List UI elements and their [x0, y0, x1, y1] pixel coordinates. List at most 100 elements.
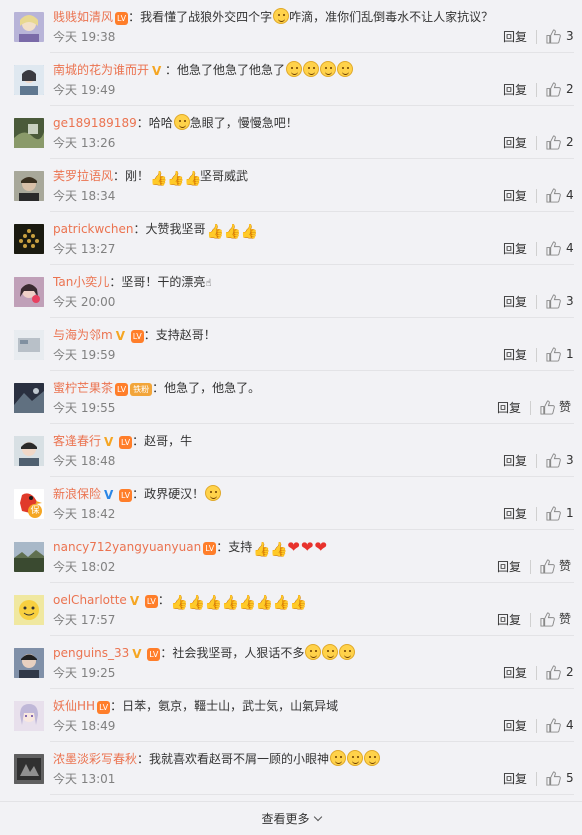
avatar[interactable]: [14, 701, 44, 731]
username-link[interactable]: 芙罗拉语风: [53, 169, 113, 183]
username-link[interactable]: 与海为邻m: [53, 328, 113, 342]
comment-list: 贱贱如清风 LV ：我看懂了战狼外交四个字 咋滴，准你们乱倒毒水不让人家抗议？ 今天 …: [0, 0, 582, 795]
username-link[interactable]: 妖仙HH: [53, 699, 95, 713]
verified-badge-icon: V: [152, 64, 162, 78]
username-link[interactable]: 南城的花为谁而开: [53, 63, 149, 77]
avatar[interactable]: [14, 118, 44, 148]
thumbs-up-icon[interactable]: [540, 612, 555, 627]
thumbs-up-icon[interactable]: [540, 559, 555, 574]
thumbs-up-icon[interactable]: [546, 347, 561, 362]
thumbs-up-emoji-icon: 👍: [184, 171, 202, 186]
username-link[interactable]: 客逢春行: [53, 434, 101, 448]
thumbs-up-emoji-icon: 👍: [170, 595, 189, 610]
avatar[interactable]: [14, 595, 44, 625]
reply-button[interactable]: 回复: [503, 188, 527, 204]
load-more-button[interactable]: 查看更多: [0, 801, 582, 835]
like-label[interactable]: 赞: [559, 399, 571, 415]
reply-button[interactable]: 回复: [503, 82, 527, 98]
thumbs-up-icon[interactable]: [546, 506, 561, 521]
comment-text-line: 南城的花为谁而开 V ：他急了他急了他急了: [53, 60, 570, 80]
divider: [536, 189, 537, 203]
heart-icon: ❤: [300, 538, 314, 556]
username-link[interactable]: 蜜柠芒果茶: [53, 381, 113, 395]
comment-time: 今天 18:42: [53, 507, 116, 521]
chevron-down-icon: [313, 812, 322, 822]
like-count: 2: [566, 665, 574, 679]
reply-button[interactable]: 回复: [497, 400, 521, 416]
comment-item: patrickwchen：大赞我坚哥👍👍👍 今天 13:27 回复 4: [0, 212, 582, 265]
thumbs-up-icon[interactable]: [546, 294, 561, 309]
thumbs-up-emoji-icon: 👍: [240, 224, 258, 239]
comment-content: ：社会我坚哥，人狠话不多: [160, 646, 305, 660]
shy-emoji-icon: [330, 750, 347, 766]
level-badge: LV: [130, 330, 144, 343]
reply-button[interactable]: 回复: [503, 506, 527, 522]
thumbs-up-icon[interactable]: [546, 665, 561, 680]
username-link[interactable]: 贱贱如清风: [53, 10, 113, 24]
avatar[interactable]: [14, 65, 44, 95]
comment-content: ：刚！: [113, 169, 150, 183]
avatar[interactable]: [14, 12, 44, 42]
divider: [536, 666, 537, 680]
avatar[interactable]: [14, 754, 44, 784]
comment-content-cont: 坚哥威武: [200, 169, 249, 183]
reply-button[interactable]: 回复: [503, 29, 527, 45]
comment-time: 今天 19:55: [53, 401, 116, 415]
like-label[interactable]: 赞: [559, 611, 571, 627]
avatar[interactable]: [14, 648, 44, 678]
username-link[interactable]: 新浪保险: [53, 487, 101, 501]
avatar[interactable]: [14, 383, 44, 413]
reply-button[interactable]: 回复: [503, 135, 527, 151]
comment-time: 今天 19:49: [53, 83, 116, 97]
username-link[interactable]: 浓墨淡彩写春秋: [53, 752, 137, 766]
thumbs-up-icon[interactable]: [546, 453, 561, 468]
reply-button[interactable]: 回复: [497, 559, 521, 575]
laughing-emoji-icon: [322, 644, 339, 660]
like-label[interactable]: 赞: [559, 558, 571, 574]
reply-button[interactable]: 回复: [503, 665, 527, 681]
verified-badge-icon: V: [129, 594, 140, 608]
comment-content: ：支持赵哥！: [143, 328, 216, 342]
reply-button[interactable]: 回复: [503, 453, 527, 469]
username-link[interactable]: patrickwchen: [53, 222, 134, 236]
thumbs-up-icon[interactable]: [546, 771, 561, 786]
reply-button[interactable]: 回复: [503, 771, 527, 787]
reply-button[interactable]: 回复: [497, 612, 521, 628]
comment-text-line: 与海为邻m V LV ：支持赵哥！: [53, 325, 570, 345]
comment-item: ge189189189：哈哈 急眼了，慢慢急吧！ 今天 13:26 回复 2: [0, 106, 582, 159]
reply-button[interactable]: 回复: [503, 718, 527, 734]
comment-text-line: 芙罗拉语风：刚！👍👍👍坚哥威武: [53, 166, 570, 186]
avatar[interactable]: [14, 436, 44, 466]
divider: [536, 507, 537, 521]
thumbs-up-icon[interactable]: [546, 718, 561, 733]
comment-time: 今天 20:00: [53, 295, 116, 309]
like-count: 4: [566, 718, 574, 732]
comment-item: 浓墨淡彩写春秋：我就喜欢看赵哥不屑一顾的小眼神 今天 13:01 回复 5: [0, 742, 582, 795]
reply-button[interactable]: 回复: [503, 347, 527, 363]
reply-button[interactable]: 回复: [503, 294, 527, 310]
shy-emoji-icon: [364, 750, 381, 766]
thumbs-up-icon[interactable]: [546, 29, 561, 44]
comment-item: 保 新浪保险 V LV ：政界硬汉！ 今天 18:42 回复 1: [0, 477, 582, 530]
thumbs-up-icon[interactable]: [546, 241, 561, 256]
avatar[interactable]: [14, 277, 44, 307]
thumbs-up-icon[interactable]: [546, 188, 561, 203]
username-link[interactable]: oelCharlotte: [53, 593, 127, 607]
comment-text-line: 浓墨淡彩写春秋：我就喜欢看赵哥不屑一顾的小眼神: [53, 749, 570, 769]
laughing-emoji-icon: [339, 644, 356, 660]
username-link[interactable]: nancy712yangyuanyuan: [53, 540, 201, 554]
username-link[interactable]: Tan小奕儿: [53, 275, 109, 289]
username-link[interactable]: ge189189189: [53, 116, 137, 130]
like-count: 2: [566, 82, 574, 96]
thumbs-up-icon[interactable]: [546, 135, 561, 150]
avatar[interactable]: [14, 542, 44, 572]
comment-text-line: 客逢春行 V LV ：赵哥，牛: [53, 431, 570, 451]
avatar[interactable]: [14, 224, 44, 254]
reply-button[interactable]: 回复: [503, 241, 527, 257]
avatar[interactable]: [14, 171, 44, 201]
thumbs-up-icon[interactable]: [546, 82, 561, 97]
avatar[interactable]: [14, 330, 44, 360]
comment-text-line: 贱贱如清风 LV ：我看懂了战狼外交四个字 咋滴，准你们乱倒毒水不让人家抗议？: [53, 7, 570, 27]
username-link[interactable]: penguins_33: [53, 646, 129, 660]
thumbs-up-icon[interactable]: [540, 400, 555, 415]
